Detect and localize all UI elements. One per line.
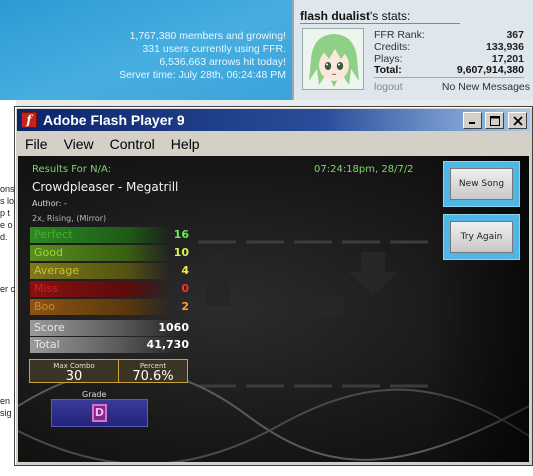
new-song-button[interactable]: New Song [443,161,520,207]
user-stats-title: flash dualist's stats: [300,9,460,24]
menu-bar: File View Control Help [17,133,530,155]
menu-file[interactable]: File [17,136,56,152]
flash-player-icon: f [21,112,37,128]
left-text-fragment: ons [0,184,15,194]
grade-value: D [92,404,107,422]
left-text-fragment: p t [0,208,11,218]
judgement-row-perfect: Perfect 16 [30,227,191,243]
new-song-button-label: New Song [458,179,505,189]
percent-value: 70.6% [132,369,174,384]
background-page-bottom [0,466,533,476]
total-value: 41,730 [146,338,189,351]
judgement-row-average: Average 4 [30,263,191,279]
stat-value: 133,936 [486,41,524,53]
stat-label: FFR Rank: [374,29,425,41]
percent-cell: Percent 70.6% [118,360,187,384]
game-stage: Results For N/A: 07:24:18pm, 28/7/2 Crow… [18,156,529,462]
left-text-fragment: d. [0,232,8,242]
stat-label: Total: [374,64,402,76]
flash-player-window: f Adobe Flash Player 9 File View Control… [14,106,533,466]
judgement-label: Good [34,246,63,259]
total-row: Total 41,730 [30,337,191,353]
stat-value: 367 [506,29,524,41]
judgement-row-boo: Boo 2 [30,299,191,315]
stat-value: 9,607,914,380 [456,64,524,76]
score-value: 1060 [158,321,189,334]
minimize-button[interactable] [463,112,482,129]
site-stats-banner: 1,767,380 members and growing! 331 users… [0,0,292,100]
close-icon [512,115,523,126]
stat-label: Credits: [374,41,411,53]
new-song-button-face: New Song [450,168,513,200]
left-text-fragment: s lo [0,196,15,206]
try-again-button[interactable]: Try Again [443,214,520,260]
window-titlebar[interactable]: f Adobe Flash Player 9 [17,109,530,131]
avatar-image [303,29,363,89]
max-combo-cell: Max Combo 30 [30,360,118,384]
avatar [302,28,364,90]
try-again-button-label: Try Again [460,232,503,242]
maximize-icon [489,115,500,126]
stats-divider [374,77,524,78]
server-time-text: Server time: July 28th, 06:24:48 PM [119,69,286,81]
song-author: Author: - [32,199,67,208]
judgement-value: 0 [181,282,189,295]
left-text-fragment: e o [0,220,13,230]
grade-label: Grade [82,390,107,399]
window-title: Adobe Flash Player 9 [43,112,185,128]
close-button[interactable] [508,112,527,129]
username[interactable]: flash dualist [300,9,370,23]
menu-help[interactable]: Help [163,136,208,152]
left-text-fragment: er c [0,284,16,294]
user-stats-panel: flash dualist's stats: FFR Rank: 367 Cre… [294,0,533,100]
menu-control[interactable]: Control [102,136,163,152]
judgement-row-good: Good 10 [30,245,191,261]
arrows-hit-text: 6,536,663 arrows hit today! [159,56,286,68]
users-online-text: 331 users currently using FFR. [142,43,286,55]
left-text-fragment: sig [0,408,12,418]
judgement-value: 4 [181,264,189,277]
total-label: Total [34,338,60,351]
menu-view[interactable]: View [56,136,102,152]
result-timestamp: 07:24:18pm, 28/7/2 [314,164,414,175]
left-text-fragment: en [0,396,11,406]
logout-link[interactable]: logout [374,81,403,93]
grade-box: D [51,399,148,427]
judgement-label: Average [34,264,80,277]
song-modifiers: 2x, Rising, (Mirror) [32,214,107,223]
song-title: Crowdpleaser - Megatrill [32,180,179,194]
minimize-icon [469,122,475,124]
judgement-value: 16 [173,228,189,241]
judgement-value: 2 [181,300,189,313]
try-again-button-face: Try Again [450,221,513,253]
judgement-row-miss: Miss 0 [30,281,191,297]
maximize-button[interactable] [485,112,504,129]
judgement-label: Perfect [34,228,73,241]
max-combo-value: 30 [65,369,83,384]
results-header: Results For N/A: [32,164,111,175]
judgement-label: Boo [34,300,56,313]
combo-percent-box: Max Combo 30 Percent 70.6% [29,359,188,384]
judgement-value: 10 [173,246,189,259]
score-label: Score [34,321,65,334]
judgement-label: Miss [34,282,59,295]
members-count-text: 1,767,380 members and growing! [129,30,286,42]
score-row: Score 1060 [30,320,191,336]
messages-status[interactable]: No New Messages [442,81,530,93]
stats-title-suffix: 's stats: [370,9,411,23]
